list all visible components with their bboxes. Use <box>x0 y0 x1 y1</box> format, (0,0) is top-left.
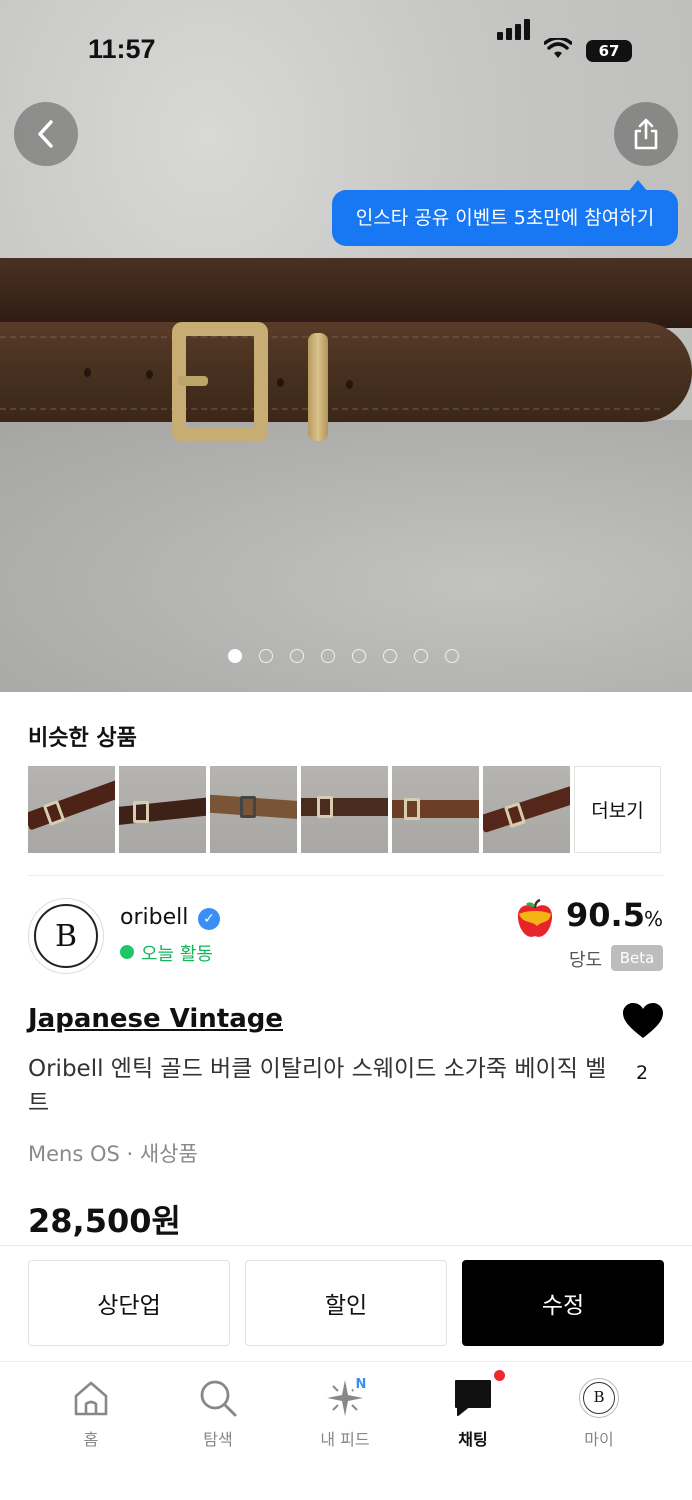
battery-icon: 67 <box>586 40 632 62</box>
beta-badge: Beta <box>611 945 663 971</box>
verified-badge-icon: ✓ <box>198 908 220 930</box>
tab-chat-label: 채팅 <box>458 1430 488 1449</box>
tab-home-label: 홈 <box>83 1430 99 1449</box>
share-event-tooltip[interactable]: 인스타 공유 이벤트 5초만에 참여하기 <box>332 180 678 246</box>
similar-product-thumb[interactable] <box>210 766 297 853</box>
belt-strap-back <box>0 258 692 328</box>
more-similar-button[interactable]: 더보기 <box>574 766 661 853</box>
similar-product-thumb[interactable] <box>301 766 388 853</box>
seller-name[interactable]: oribell <box>120 905 188 930</box>
seller-avatar[interactable]: B <box>28 898 104 974</box>
similar-products-title: 비슷한 상품 <box>28 726 137 751</box>
page-dot[interactable] <box>259 649 273 663</box>
similar-product-thumb[interactable] <box>119 766 206 853</box>
page-dot[interactable] <box>228 649 242 663</box>
heart-icon <box>623 1003 663 1038</box>
similar-product-thumb[interactable] <box>28 766 115 853</box>
edit-button[interactable]: 수정 <box>462 1260 664 1346</box>
page-dot[interactable] <box>383 649 397 663</box>
seller-activity: 오늘 활동 <box>141 944 213 965</box>
belt-keeper <box>308 333 328 441</box>
chat-notification-dot <box>494 1370 505 1381</box>
tab-search-label: 탐색 <box>203 1430 233 1449</box>
like-button[interactable] <box>622 1002 664 1044</box>
product-price: 28,500원 <box>28 1202 181 1240</box>
sweetness-score-unit: % <box>644 907 664 931</box>
search-icon <box>200 1380 237 1417</box>
seller-logo: B <box>34 904 98 968</box>
belt-hole <box>146 370 153 379</box>
page-dot[interactable] <box>445 649 459 663</box>
product-meta: Mens OS · 새상품 <box>28 1142 198 1166</box>
page-dot[interactable] <box>290 649 304 663</box>
tab-my-label: 마이 <box>584 1430 614 1449</box>
share-button[interactable] <box>614 102 678 166</box>
brand-link[interactable]: Japanese Vintage <box>28 1004 283 1034</box>
tab-home[interactable]: 홈 <box>46 1376 136 1450</box>
similar-products-list: 더보기 <box>28 766 661 853</box>
back-button[interactable] <box>14 102 78 166</box>
apple-score-icon <box>517 898 553 937</box>
tab-my[interactable]: B 마이 <box>554 1376 644 1450</box>
belt-stitching <box>0 336 660 410</box>
status-time: 11:57 <box>88 34 156 64</box>
like-count: 2 <box>636 1062 649 1084</box>
divider <box>28 875 664 876</box>
my-avatar-letter: B <box>583 1382 615 1414</box>
chevron-left-icon <box>38 120 53 148</box>
sweetness-label: 당도 <box>569 950 603 971</box>
page-dot[interactable] <box>321 649 335 663</box>
page-dot[interactable] <box>352 649 366 663</box>
my-avatar-icon: B <box>579 1378 619 1418</box>
share-icon <box>634 118 658 150</box>
image-pagination <box>228 649 459 663</box>
page-dot[interactable] <box>414 649 428 663</box>
wifi-icon <box>543 36 573 64</box>
sweetness-score: 90.5 <box>566 896 645 934</box>
discount-button[interactable]: 할인 <box>245 1260 447 1346</box>
belt-buckle-prong <box>178 376 208 386</box>
tab-chat[interactable]: 채팅 <box>428 1370 518 1450</box>
belt-hole <box>277 378 284 387</box>
tab-feed-label: 내 피드 <box>320 1430 370 1449</box>
belt-hole <box>84 368 91 377</box>
similar-product-thumb[interactable] <box>392 766 479 853</box>
chat-icon <box>455 1380 491 1416</box>
online-status-icon <box>120 945 134 959</box>
similar-product-thumb[interactable] <box>483 766 570 853</box>
home-icon <box>74 1381 108 1416</box>
tab-feed[interactable]: N 내 피드 <box>300 1376 390 1450</box>
feed-new-badge: N <box>352 1376 370 1394</box>
belt-hole <box>346 380 353 389</box>
product-image[interactable]: 11:57 67 인스타 공유 이벤트 5초만에 참여하기 <box>0 0 692 692</box>
tab-search[interactable]: 탐색 <box>173 1376 263 1450</box>
bump-button[interactable]: 상단업 <box>28 1260 230 1346</box>
product-title: Oribell 엔틱 골드 버클 이탈리아 스웨이드 소가죽 베이직 벨트 <box>28 1056 607 1116</box>
